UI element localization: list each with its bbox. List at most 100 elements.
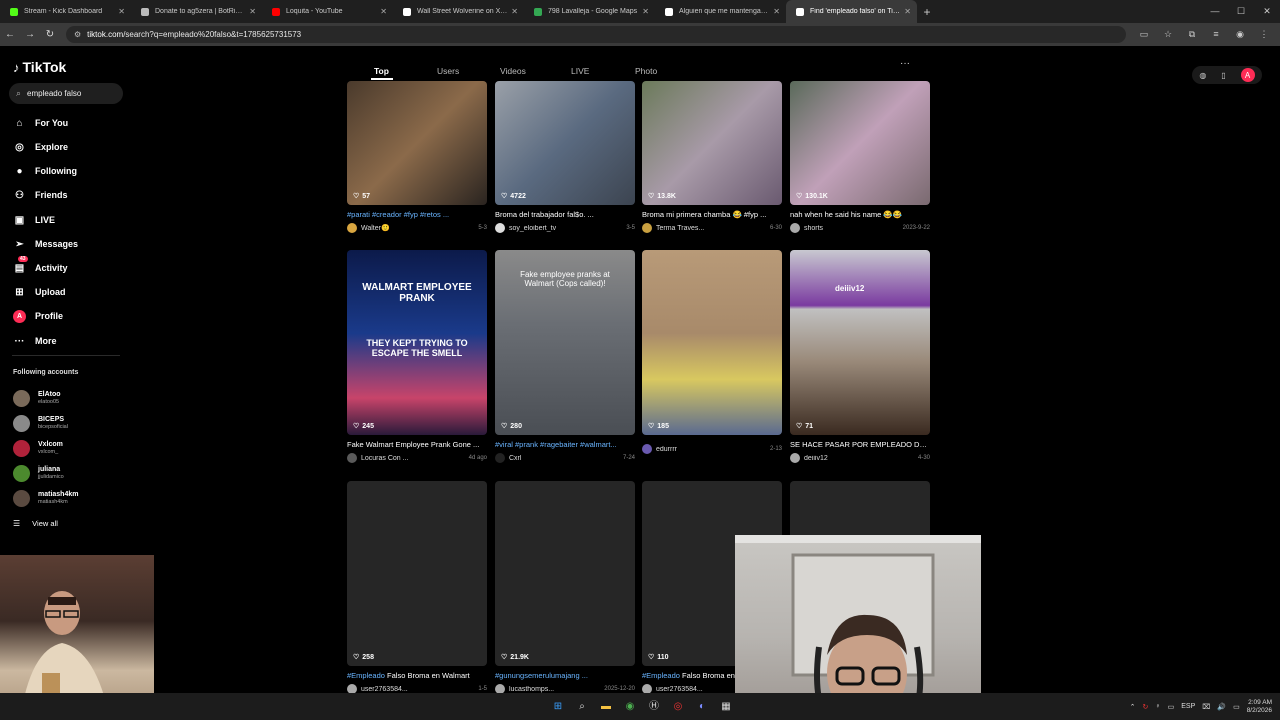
video-card[interactable]: ♡ 13.8K Broma mi primera chamba 😂 #fyp ...… [642,81,782,233]
tab-top[interactable]: Top [374,66,389,76]
tab-close-icon[interactable]: ✕ [642,7,649,16]
mic-icon[interactable]: ♀ [1155,703,1160,710]
video-thumbnail[interactable]: ♡ 185 [642,250,782,435]
avatar[interactable] [790,223,800,233]
profile-avatar-icon[interactable]: ◉ [1228,29,1252,40]
video-caption[interactable]: #Empleado Falso Broma en Walmart [347,671,487,681]
hashtag[interactable]: #parati #creador #fyp #retos ... [347,210,449,219]
video-thumbnail[interactable]: ♡ 130.1K [790,81,930,205]
coin-icon[interactable]: ◍ [1199,71,1206,80]
browser-tab[interactable]: Loquita - YouTube ✕ [262,0,393,23]
video-caption[interactable]: SE HACE PASAR POR EMPLEADO DE... [790,440,930,450]
video-card[interactable]: ♡ 21.9K #gunungsemerulumajang ... lucasthom… [495,481,635,694]
battery-icon[interactable]: ▭ [1233,703,1240,711]
sidebar-item-friends[interactable]: ⚇ Friends [12,186,68,204]
video-card[interactable]: ♡ 130.1K nah when he said his name 😂😂 short… [790,81,930,233]
search-input[interactable]: ⌕ empleado falso [9,83,123,104]
tab-close-icon[interactable]: ✕ [380,7,387,16]
avatar[interactable] [495,453,505,463]
video-thumbnail[interactable]: WALMART EMPLOYEE PRANK THEY KEPT TRYING T… [347,250,487,435]
avatar[interactable] [642,223,652,233]
sidebar-item-more[interactable]: ··· More [12,332,57,350]
video-card[interactable]: WALMART EMPLOYEE PRANK THEY KEPT TRYING T… [347,250,487,463]
browser-menu-icon[interactable]: ⋮ [1252,29,1276,40]
browser-tab[interactable]: Donate to ag5zera | BotRix - C ✕ [131,0,262,23]
url-field[interactable]: ⚙ tiktok.com/search?q=empleado%20falso&t… [66,26,1126,43]
app-terminal-icon[interactable]: ▦ [714,698,738,716]
language-indicator[interactable]: ESP [1181,703,1195,710]
close-window-icon[interactable]: ✕ [1254,0,1280,23]
following-account[interactable]: Vxlcom vxlcom_ [13,438,63,458]
windows-start-icon[interactable]: ⊞ [546,698,570,716]
tray-chevron-icon[interactable]: ⌃ [1130,703,1136,711]
minimize-icon[interactable]: — [1202,0,1228,23]
video-caption[interactable]: #gunungsemerulumajang ... [495,671,635,681]
video-caption[interactable]: Broma del trabajador fal$o. ... [495,210,635,220]
tab-close-icon[interactable]: ✕ [249,7,256,16]
account-avatar[interactable]: A [1240,68,1255,82]
video-card[interactable]: deiiiv12 ♡ 71 SE HACE PASAR POR EMPLEADO DE… [790,250,930,463]
back-icon[interactable]: ← [0,29,20,40]
following-account[interactable]: matiash4km matiash4km [13,488,78,508]
tab-photo[interactable]: Photo [635,66,657,76]
video-author[interactable]: Walter🙂 [361,224,474,232]
tab-users[interactable]: Users [437,66,459,76]
reading-list-icon[interactable]: ≡ [1204,29,1228,40]
video-card[interactable]: ♡ 185 edurrrr 2-13 [642,250,782,454]
video-author[interactable]: shorts [804,225,899,232]
avatar[interactable] [347,223,357,233]
video-author[interactable]: lucasthomps... [509,686,600,693]
forward-icon[interactable]: → [20,29,40,40]
sidebar-item-activity[interactable]: ▤ 43 Activity [12,255,68,277]
tiktok-logo[interactable]: ♪ TikTok [13,59,66,75]
video-author[interactable]: Locuras Con ... [361,455,465,462]
hashtag[interactable]: #viral #prank #ragebaiter #walmart... [495,440,617,449]
chrome-icon[interactable]: ◉ [618,698,642,716]
file-explorer-icon[interactable]: ▬ [594,698,618,716]
hashtag[interactable]: #Empleado [347,671,385,680]
video-author[interactable]: edurrrr [656,446,766,453]
video-card[interactable]: ♡ 4722 Broma del trabajador fal$o. ... soy_… [495,81,635,233]
app-h-icon[interactable]: Ⓗ [642,698,666,716]
network-icon[interactable]: ⌧ [1202,703,1210,711]
sidebar-item-for-you[interactable]: ⌂ For You [12,114,68,132]
clock[interactable]: 2:09 AM 8/2/2026 [1247,699,1272,715]
sidebar-item-live[interactable]: ▣ LIVE [12,211,55,229]
tab-close-icon[interactable]: ✕ [118,7,125,16]
browser-tab[interactable]: Stream - Kick Dashboard ✕ [0,0,131,23]
sidebar-item-messages[interactable]: ➢ Messages [12,235,78,253]
tab-close-icon[interactable]: ✕ [773,7,780,16]
cast-icon[interactable]: ▭ [1132,29,1156,40]
video-thumbnail[interactable]: deiiiv12 ♡ 71 [790,250,930,435]
video-author[interactable]: Terma Traves... [656,225,766,232]
video-caption[interactable]: #viral #prank #ragebaiter #walmart... [495,440,635,450]
reload-icon[interactable]: ↻ [40,29,60,40]
browser-tab[interactable]: Alguien que me mantenga: por ✕ [655,0,786,23]
browser-tab[interactable]: Find 'empleado falso' on TikTok ✕ [786,0,917,23]
browser-tab[interactable]: 798 Lavalleja - Google Maps ✕ [524,0,655,23]
video-thumbnail[interactable]: ♡ 13.8K [642,81,782,205]
video-author[interactable]: user2763584... [361,686,474,693]
sidebar-item-following[interactable]: ● Following [12,162,77,180]
video-card[interactable]: ♡ 57 #parati #creador #fyp #retos ... Walte… [347,81,487,233]
tray-app-icon[interactable]: ↻ [1143,703,1149,711]
video-caption[interactable]: Fake Walmart Employee Prank Gone ... [347,440,487,450]
avatar[interactable] [347,453,357,463]
tray-monitor-icon[interactable]: ▭ [1168,703,1175,711]
video-thumbnail[interactable]: ♡ 4722 [495,81,635,205]
extensions-icon[interactable]: ⧉ [1180,29,1204,40]
video-caption[interactable]: Broma mi primera chamba 😂 #fyp ... [642,210,782,220]
sidebar-item-explore[interactable]: ◎ Explore [12,138,68,156]
sidebar-item-upload[interactable]: ⊞ Upload [12,283,65,301]
video-caption[interactable]: nah when he said his name 😂😂 [790,210,930,220]
hashtag[interactable]: #gunungsemerulumajang ... [495,671,588,680]
tab-videos[interactable]: Videos [500,66,526,76]
app-red-icon[interactable]: ◎ [666,698,690,716]
video-author[interactable]: deiiiv12 [804,455,914,462]
volume-icon[interactable]: 🔊 [1217,703,1226,711]
video-caption[interactable]: #parati #creador #fyp #retos ... [347,210,487,220]
video-thumbnail[interactable]: ♡ 258 [347,481,487,666]
hashtag[interactable]: #Empleado [642,671,680,680]
following-account[interactable]: juliana jjulidamico [13,463,64,483]
following-account[interactable]: BICEPS bicepsoficial [13,413,68,433]
